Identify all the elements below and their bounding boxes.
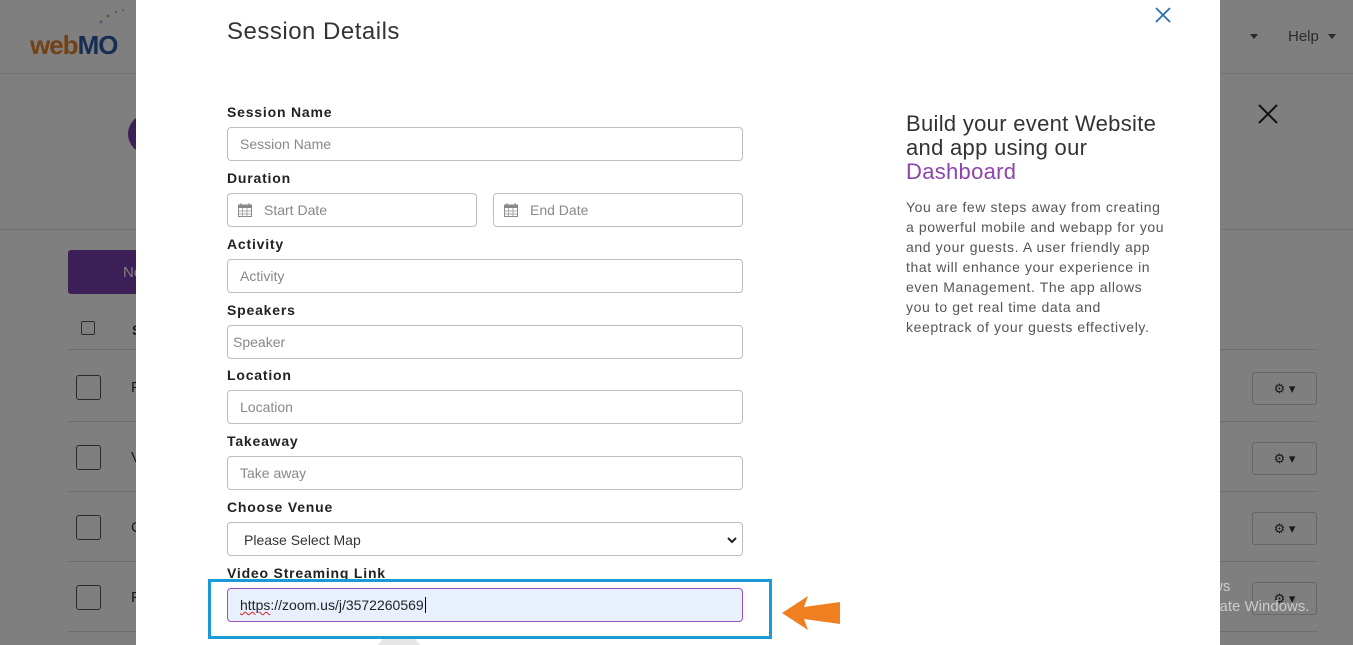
calendar-icon xyxy=(504,203,518,217)
activity-label: Activity xyxy=(227,236,284,252)
speakers-input[interactable] xyxy=(227,325,743,359)
dashboard-link[interactable]: Dashboard xyxy=(906,159,1016,184)
arrow-left-icon xyxy=(782,596,840,630)
session-name-input[interactable] xyxy=(227,127,743,161)
calendar-icon xyxy=(238,203,252,217)
venue-select[interactable]: Please Select Map xyxy=(227,522,743,556)
takeaway-label: Takeaway xyxy=(227,433,299,449)
session-details-modal: Session Details Session Name Duration xyxy=(136,0,1220,645)
session-name-label: Session Name xyxy=(227,104,333,120)
location-input[interactable] xyxy=(227,390,743,424)
promo-title: Build your event Website and app using o… xyxy=(906,111,1157,184)
promo-panel: Build your event Website and app using o… xyxy=(906,112,1166,337)
end-date-field[interactable] xyxy=(493,193,743,227)
close-icon[interactable] xyxy=(1152,4,1174,26)
start-date-field[interactable] xyxy=(227,193,477,227)
activity-input[interactable] xyxy=(227,259,743,293)
promo-body: You are few steps away from creating a p… xyxy=(906,199,1165,335)
activate-windows-watermark: ws vate Windows. xyxy=(1212,578,1310,615)
location-label: Location xyxy=(227,367,292,383)
chevron-down-icon xyxy=(727,537,737,544)
highlight-box xyxy=(208,579,772,639)
duration-label: Duration xyxy=(227,170,291,186)
modal-title: Session Details xyxy=(227,18,400,45)
venue-label: Choose Venue xyxy=(227,499,334,515)
takeaway-input[interactable] xyxy=(227,456,743,490)
start-date-input[interactable] xyxy=(256,194,474,226)
end-date-input[interactable] xyxy=(522,194,740,226)
venue-selected-value: Please Select Map xyxy=(244,532,361,548)
speakers-label: Speakers xyxy=(227,302,296,318)
